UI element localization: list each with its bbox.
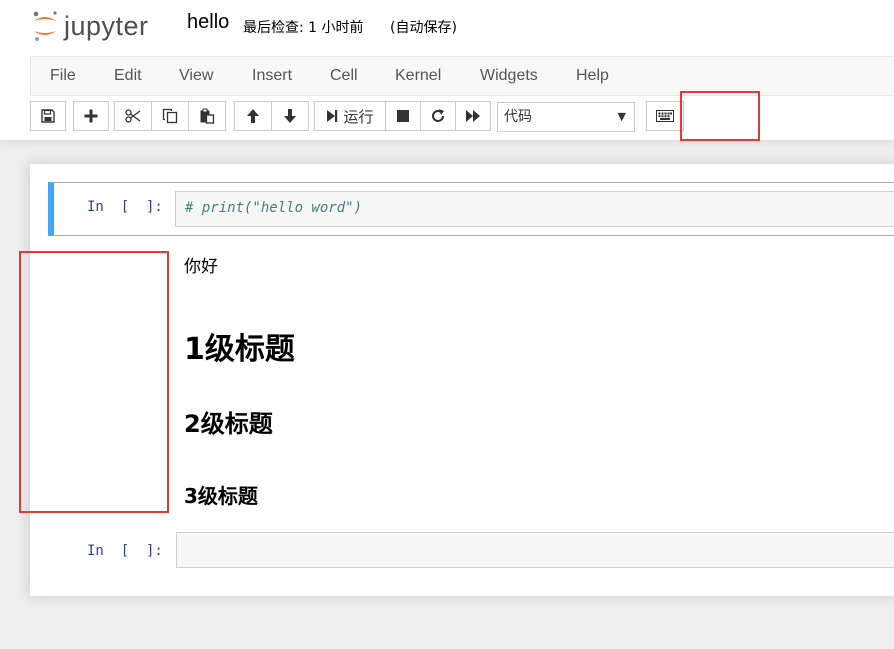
keyboard-icon — [656, 110, 674, 122]
interrupt-button[interactable] — [385, 101, 421, 131]
menu-widgets[interactable]: Widgets — [480, 57, 538, 95]
input-prompt: In [ ]: — [87, 199, 163, 215]
run-label: 运行 — [343, 107, 374, 126]
menu-view[interactable]: View — [179, 57, 213, 95]
move-up-button[interactable] — [234, 101, 272, 131]
arrow-up-icon — [247, 109, 259, 123]
logo-text: jupyter — [64, 10, 149, 41]
markdown-heading-3: 3级标题 — [184, 484, 258, 508]
notebook-title[interactable]: hello — [187, 11, 229, 34]
code-text: # print("hello word") — [185, 200, 363, 216]
arrow-down-icon — [284, 109, 296, 123]
annotation-box-prompt-area — [19, 251, 169, 513]
cell-type-select[interactable]: 代码 ▼ — [497, 102, 635, 132]
top-bar: jupyter hello 最后检查: 1 小时前 (自动保存) — [0, 0, 894, 54]
copy-button[interactable] — [151, 101, 189, 131]
save-button[interactable] — [30, 101, 66, 131]
select-caret-icon: ▼ — [617, 110, 626, 123]
markdown-heading-2: 2级标题 — [184, 410, 273, 438]
markdown-paragraph: 你好 — [184, 257, 218, 277]
cut-button[interactable] — [114, 101, 152, 131]
code-input-area[interactable] — [176, 532, 894, 568]
cell-type-value: 代码 — [504, 109, 532, 125]
menu-file[interactable]: File — [50, 57, 76, 95]
fast-forward-icon — [466, 110, 480, 122]
insert-cell-button[interactable] — [73, 101, 109, 131]
toolbar: 运行 代码 ▼ — [30, 101, 894, 133]
autosave-status: (自动保存) — [390, 20, 457, 36]
code-input-area[interactable]: # print("hello word") — [175, 191, 894, 227]
menu-kernel[interactable]: Kernel — [395, 57, 441, 95]
input-prompt: In [ ]: — [87, 543, 163, 559]
code-cell[interactable]: In [ ]: — [54, 524, 894, 572]
run-button[interactable]: 运行 — [314, 101, 386, 131]
checkpoint-status: 最后检查: 1 小时前 — [243, 20, 364, 36]
restart-button[interactable] — [420, 101, 456, 131]
restart-run-all-button[interactable] — [455, 101, 491, 131]
menu-help[interactable]: Help — [576, 57, 609, 95]
code-cell-selected[interactable]: In [ ]: # print("hello word") — [48, 182, 894, 236]
stop-icon — [397, 110, 409, 122]
menu-bar: File Edit View Insert Cell Kernel Widget… — [30, 56, 894, 96]
menu-edit[interactable]: Edit — [114, 57, 142, 95]
copy-icon — [162, 108, 178, 124]
jupyter-logo-icon — [33, 11, 57, 41]
move-down-button[interactable] — [271, 101, 309, 131]
jupyter-logo[interactable]: jupyter — [30, 8, 180, 44]
cut-icon — [125, 109, 141, 123]
annotation-box-toolbar — [680, 91, 760, 141]
menu-insert[interactable]: Insert — [252, 57, 292, 95]
command-palette-button[interactable] — [646, 101, 684, 131]
markdown-heading-1: 1级标题 — [184, 332, 295, 367]
plus-icon — [84, 109, 98, 123]
paste-button[interactable] — [188, 101, 226, 131]
save-icon — [41, 109, 55, 123]
step-forward-icon — [327, 110, 338, 122]
paste-icon — [200, 108, 215, 124]
refresh-icon — [432, 109, 444, 122]
menu-cell[interactable]: Cell — [330, 57, 358, 95]
